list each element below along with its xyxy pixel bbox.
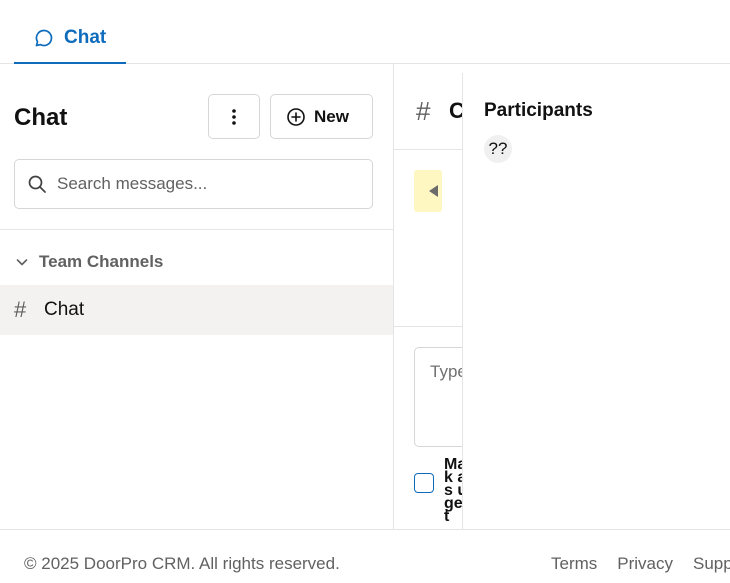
urgent-checkbox-row[interactable]: Mark as urgent (414, 456, 464, 525)
new-chat-button[interactable]: New (270, 94, 373, 139)
tab-chat[interactable]: Chat (14, 14, 126, 64)
team-channels-group-toggle[interactable]: Team Channels (14, 252, 163, 272)
chat-header: # Chat (394, 64, 464, 150)
footer-links: Terms Privacy Support (551, 554, 730, 574)
chat-sidebar: Chat New Team Channels # Chat (0, 64, 394, 529)
top-tab-bar: Chat (0, 0, 730, 64)
message-compose-box[interactable] (414, 347, 464, 447)
participants-title: Participants (484, 100, 593, 121)
channel-hash-icon: # (416, 96, 431, 126)
channel-label: Chat (44, 299, 85, 320)
footer-link-privacy[interactable]: Privacy (617, 554, 673, 574)
collapsed-message-toggle[interactable] (414, 170, 442, 212)
more-options-button[interactable] (208, 94, 260, 139)
caret-left-icon (429, 185, 438, 197)
participants-panel: Participants ?? (462, 73, 730, 529)
page-footer: © 2025 DoorPro CRM. All rights reserved.… (0, 529, 730, 583)
hash-icon: # (14, 297, 27, 322)
chat-bubble-icon (35, 29, 53, 47)
footer-copyright: © 2025 DoorPro CRM. All rights reserved. (24, 554, 340, 573)
tab-chat-label: Chat (64, 27, 107, 48)
search-icon (28, 175, 46, 193)
sidebar-item-chat-channel[interactable]: # Chat (0, 285, 393, 335)
add-circle-icon (287, 107, 305, 126)
more-vertical-icon (232, 108, 236, 125)
sidebar-title: Chat (14, 104, 68, 131)
search-input[interactable] (57, 174, 357, 194)
search-box[interactable] (14, 159, 373, 209)
chat-pane: # Chat Mark as urgent (394, 64, 464, 529)
message-input[interactable] (430, 362, 464, 422)
footer-link-support[interactable]: Support (693, 554, 730, 574)
group-label: Team Channels (39, 252, 164, 271)
compose-divider (394, 326, 464, 327)
footer-link-terms[interactable]: Terms (551, 554, 597, 574)
urgent-checkbox-label: Mark as urgent (444, 456, 464, 525)
new-chat-label: New (314, 106, 349, 126)
chevron-down-icon (16, 259, 28, 266)
sidebar-divider (0, 229, 393, 230)
urgent-checkbox[interactable] (414, 473, 434, 493)
avatar[interactable]: ?? (484, 135, 512, 163)
